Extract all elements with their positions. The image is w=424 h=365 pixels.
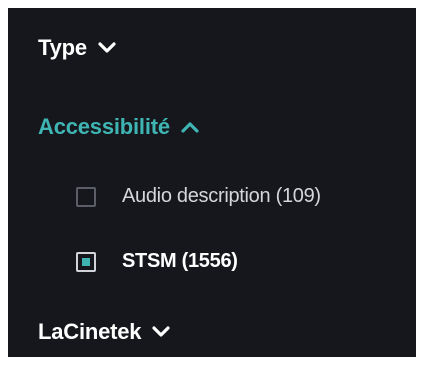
filter-panel: Type Accessibilité Audio description (10… <box>8 8 416 357</box>
filter-section-lacinetek-label: LaCinetek <box>38 319 142 344</box>
checkbox-checked-indicator <box>82 257 90 266</box>
filter-section-accessibilite-label: Accessibilité <box>38 114 170 139</box>
filter-section-type[interactable]: Type <box>38 37 117 59</box>
chevron-up-icon <box>180 117 200 137</box>
filter-option-stsm-label: STSM (1556) <box>122 250 238 272</box>
filter-option-stsm[interactable]: STSM (1556) <box>76 250 238 273</box>
filter-section-lacinetek[interactable]: LaCinetek <box>38 321 171 343</box>
filter-section-accessibilite[interactable]: Accessibilité <box>38 116 200 138</box>
filter-section-type-label: Type <box>38 35 87 60</box>
filter-option-audio-description[interactable]: Audio description (109) <box>76 185 321 208</box>
chevron-down-icon <box>151 322 171 342</box>
chevron-down-icon <box>97 38 117 58</box>
filter-option-audio-description-label: Audio description (109) <box>122 185 321 207</box>
audio-description-checkbox[interactable] <box>76 186 96 207</box>
stsm-checkbox[interactable] <box>76 251 96 272</box>
